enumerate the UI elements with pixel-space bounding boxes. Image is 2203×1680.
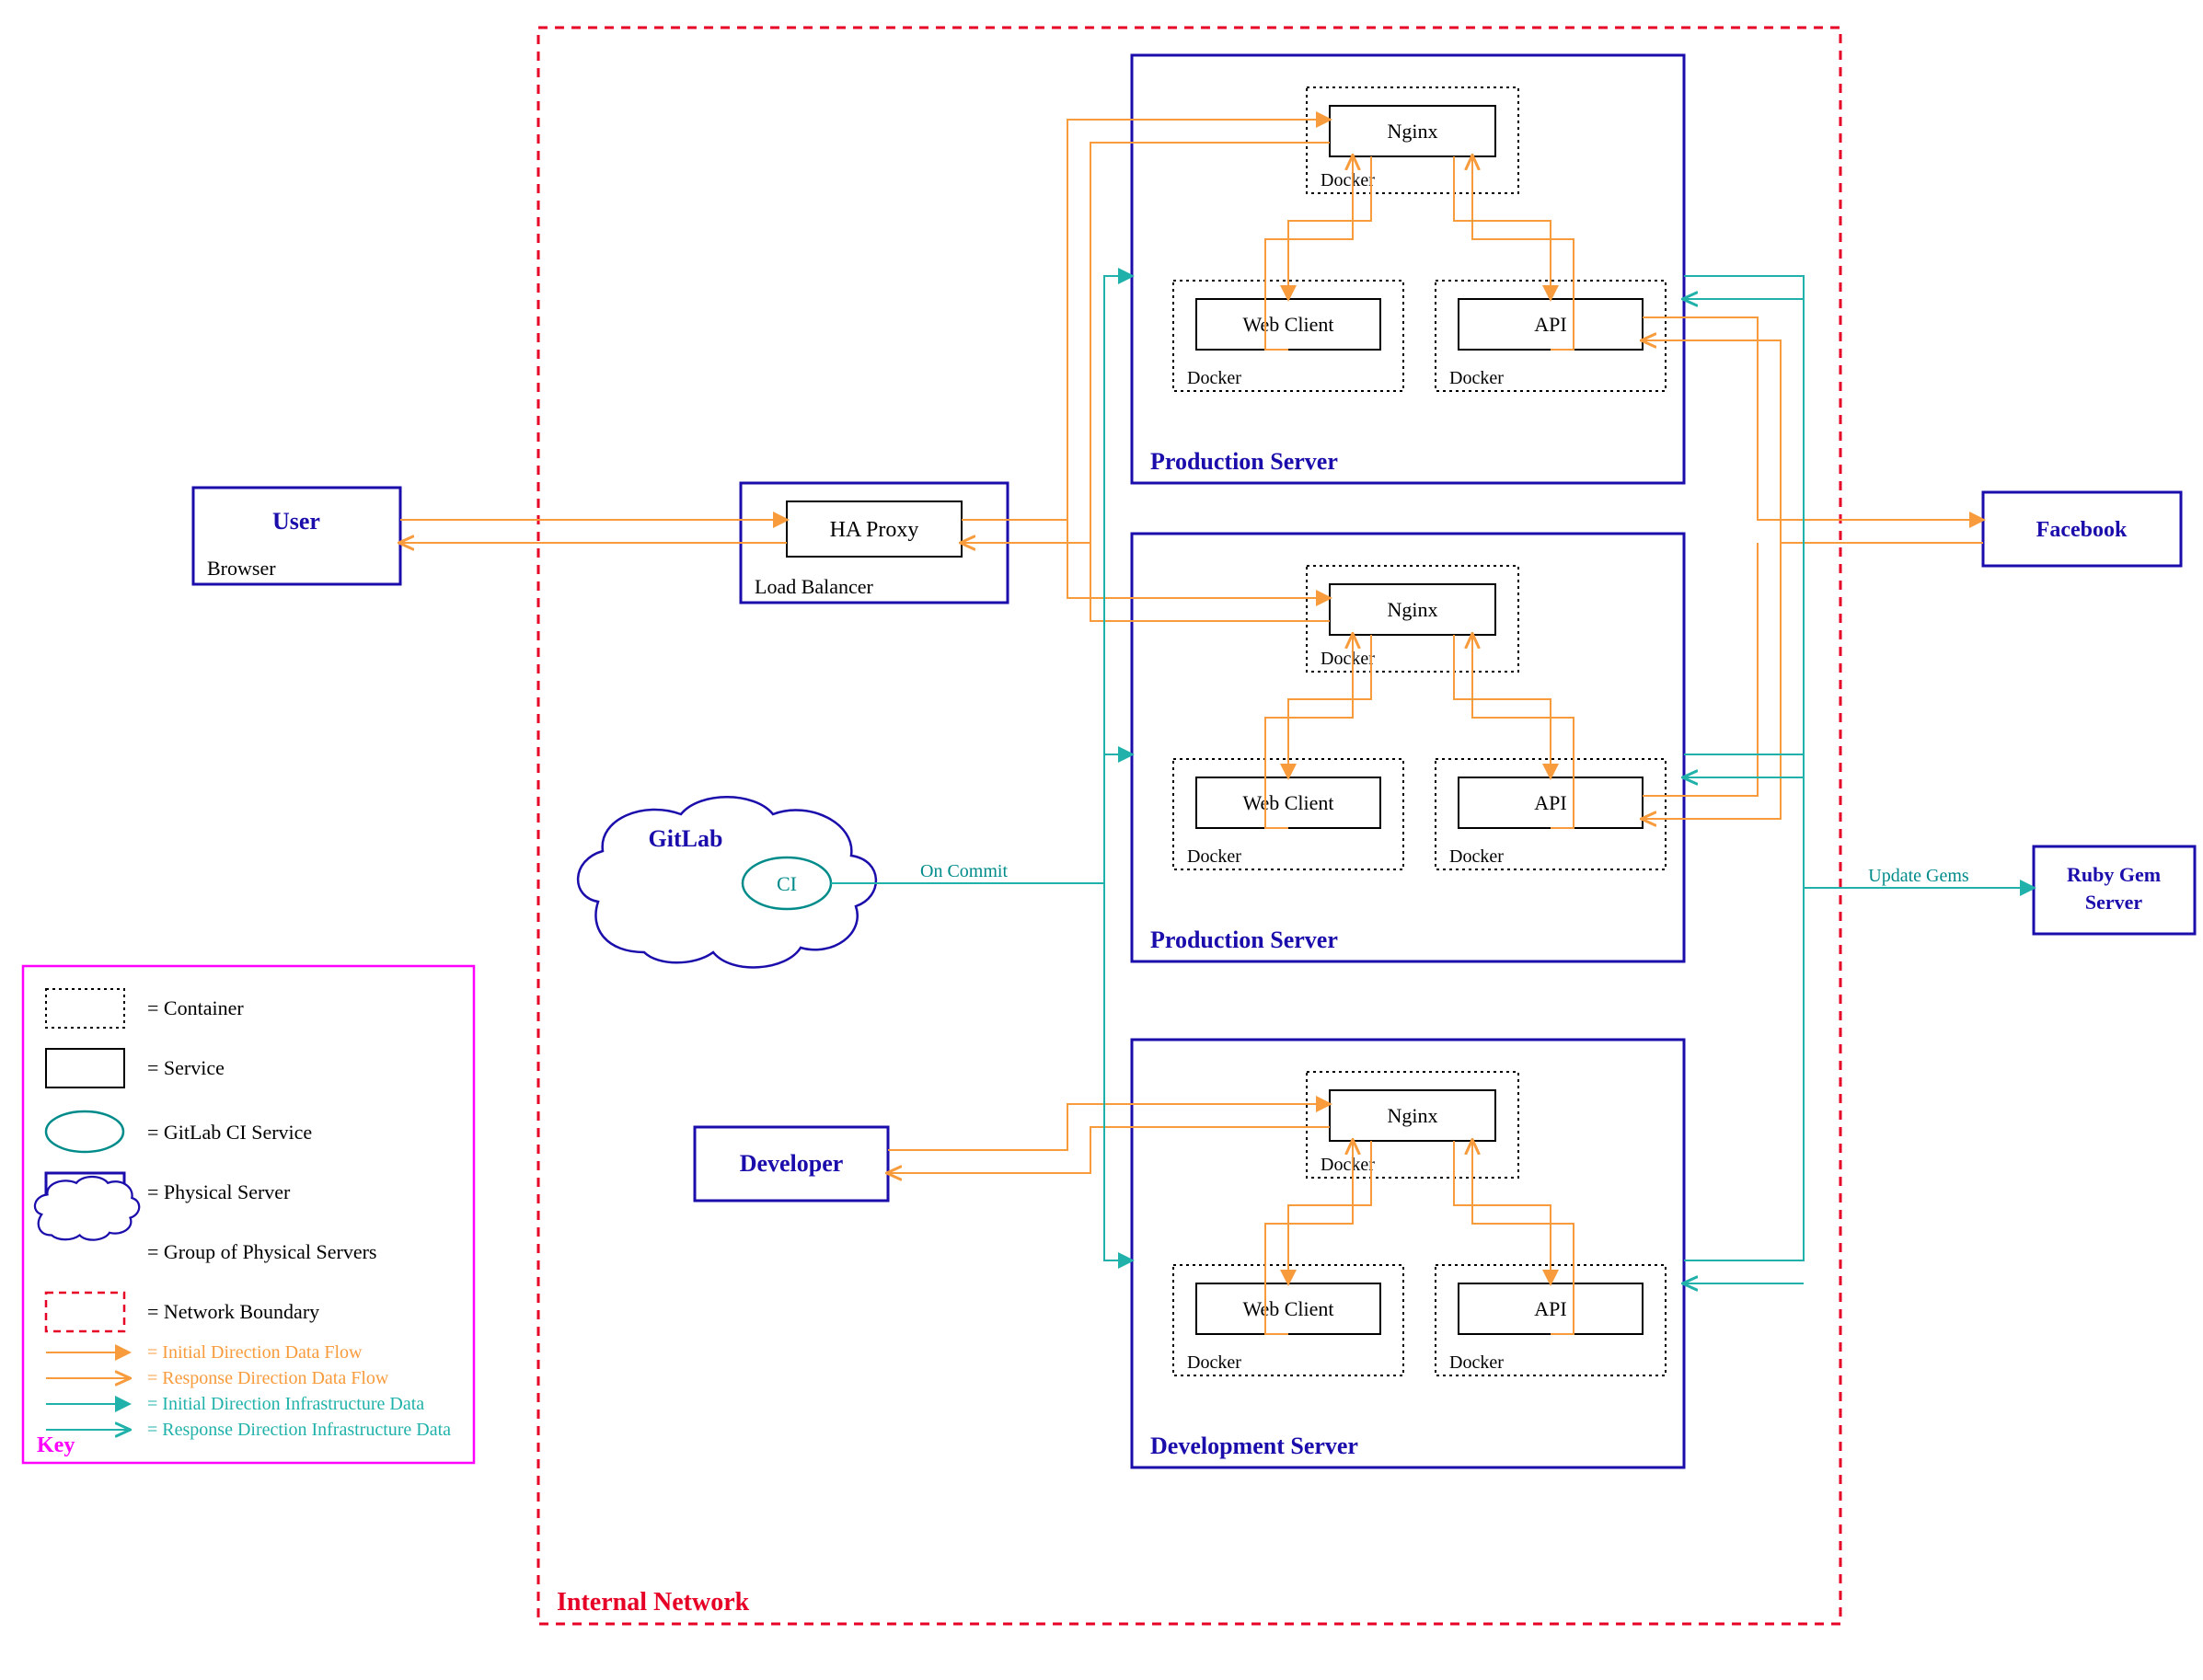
server-label: Production Server	[1150, 448, 1338, 475]
webclient-label: Web Client	[1242, 1297, 1333, 1320]
docker-label-api: Docker	[1449, 846, 1504, 867]
legend-service: = Service	[147, 1056, 225, 1079]
developer-box: Developer	[695, 1127, 888, 1201]
docker-label-wc: Docker	[1187, 846, 1241, 867]
nginx-label: Nginx	[1388, 120, 1438, 143]
docker-label-wc: Docker	[1187, 368, 1241, 388]
legend-gitlab-ci: = GitLab CI Service	[147, 1121, 312, 1144]
legend-group: = Group of Physical Servers	[147, 1240, 376, 1263]
arrow-ci-to-dev	[1104, 883, 1132, 1260]
internal-network-label: Internal Network	[557, 1588, 750, 1617]
rubygem-box: Ruby Gem Server	[2034, 846, 2195, 934]
haproxy-title: HA Proxy	[830, 518, 919, 542]
legend-init-infra: = Initial Direction Infrastructure Data	[147, 1394, 424, 1414]
gitlab-ci-label: CI	[777, 872, 797, 895]
gitlab-cloud: GitLab CI	[578, 797, 876, 967]
legend-resp-infra: = Response Direction Infrastructure Data	[147, 1420, 451, 1440]
docker-label-wc: Docker	[1187, 1352, 1241, 1373]
legend-init-data: = Initial Direction Data Flow	[147, 1342, 363, 1363]
api-label: API	[1534, 313, 1566, 336]
update-gems-label: Update Gems	[1868, 866, 1969, 886]
docker-label-nginx: Docker	[1321, 1155, 1375, 1175]
webclient-label: Web Client	[1242, 791, 1333, 814]
haproxy-subtitle: Load Balancer	[755, 575, 874, 598]
docker-label-nginx: Docker	[1321, 649, 1375, 669]
on-commit-label: On Commit	[920, 861, 1008, 881]
developer-title: Developer	[740, 1150, 844, 1177]
legend-physical: = Physical Server	[147, 1180, 291, 1203]
facebook-title: Facebook	[2036, 518, 2128, 542]
arrow-fb-to-api1	[1643, 340, 1983, 543]
arrow-dev-to-gem	[1684, 888, 1804, 1260]
server-label: Development Server	[1150, 1433, 1358, 1459]
nginx-label: Nginx	[1388, 598, 1438, 621]
rubygem-title1: Ruby Gem	[2067, 863, 2161, 886]
legend-container: = Container	[147, 996, 244, 1019]
arrow-ci-to-prod1	[1104, 276, 1132, 883]
legend: Key = Container = Service = GitLab CI Se…	[23, 966, 474, 1463]
api-label: API	[1534, 791, 1566, 814]
docker-label-api: Docker	[1449, 368, 1504, 388]
docker-label-api: Docker	[1449, 1352, 1504, 1373]
legend-title: Key	[37, 1433, 75, 1457]
rubygem-title2: Server	[2085, 891, 2143, 914]
webclient-label: Web Client	[1242, 313, 1333, 336]
api-label: API	[1534, 1297, 1566, 1320]
facebook-box: Facebook	[1983, 492, 2181, 566]
gitlab-title: GitLab	[649, 825, 723, 852]
nginx-label: Nginx	[1388, 1104, 1438, 1127]
legend-boundary: = Network Boundary	[147, 1300, 319, 1323]
docker-label-nginx: Docker	[1321, 170, 1375, 190]
user-box: User Browser	[193, 488, 400, 584]
user-subtitle: Browser	[207, 557, 276, 580]
server-label: Production Server	[1150, 926, 1338, 953]
arrow-api1-to-fb	[1643, 317, 1983, 520]
user-title: User	[272, 508, 320, 535]
legend-resp-data: = Response Direction Data Flow	[147, 1368, 389, 1388]
